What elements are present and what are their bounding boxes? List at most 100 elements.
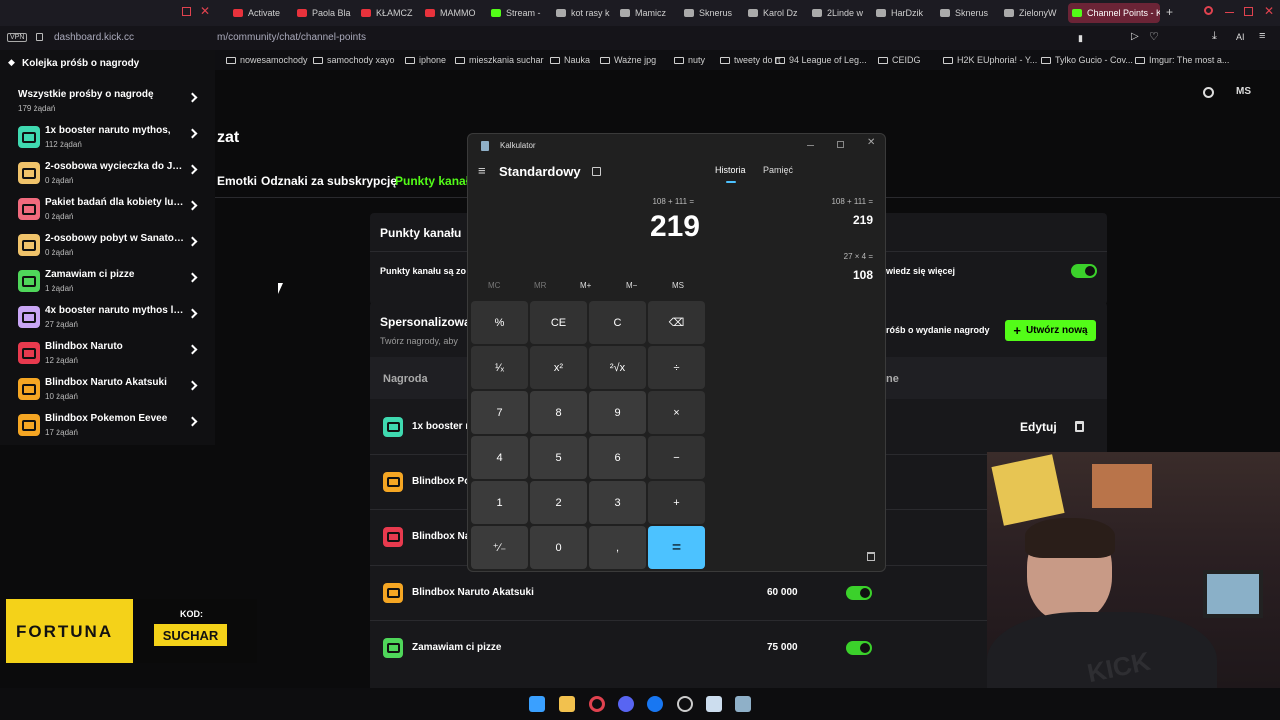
calc-key[interactable]: ÷: [648, 346, 705, 389]
new-tab-icon[interactable]: +: [1166, 5, 1173, 19]
calc-key[interactable]: 2: [530, 481, 587, 524]
calc-key[interactable]: 7: [471, 391, 528, 434]
calc-close-icon[interactable]: ✕: [867, 137, 875, 148]
queue-item[interactable]: 2-osobowa wycieczka do Ja... 0 żądań: [0, 156, 215, 192]
calc-key[interactable]: x²: [530, 346, 587, 389]
create-reward-button[interactable]: + Utwórz nową: [1005, 320, 1096, 341]
bookmark-item[interactable]: Nauka: [550, 55, 590, 65]
calc-key[interactable]: −: [648, 436, 705, 479]
reward-toggle[interactable]: [846, 641, 872, 655]
calc-key[interactable]: ⁺∕₋: [471, 526, 528, 569]
notepad-icon[interactable]: [706, 696, 722, 712]
calc-key[interactable]: ²√x: [589, 346, 646, 389]
calc-key[interactable]: 4: [471, 436, 528, 479]
calc-minimize-icon[interactable]: [807, 145, 814, 146]
queue-item[interactable]: 1x booster naruto mythos, 112 żądań: [0, 120, 215, 156]
url-host[interactable]: dashboard.kick.cc: [54, 32, 134, 43]
fortuna-ad[interactable]: FORTUNA: [6, 599, 133, 663]
heart-icon[interactable]: ♡: [1149, 30, 1159, 43]
calc-key[interactable]: =: [648, 526, 705, 569]
memory-key[interactable]: MR: [534, 281, 546, 290]
browser-tab[interactable]: Sknerus: [936, 3, 996, 23]
bookmark-item[interactable]: Tylko Gucio - Cov...: [1041, 55, 1133, 65]
trash-icon[interactable]: [1075, 421, 1084, 432]
bookmark-item[interactable]: samochody xayo: [313, 55, 395, 65]
browser-tab[interactable]: HarDzik: [872, 3, 932, 23]
browser-tab[interactable]: 2Linde w: [808, 3, 868, 23]
history-result[interactable]: 108: [798, 268, 873, 282]
history-expression[interactable]: 27 × 4 =: [768, 252, 873, 261]
queue-item[interactable]: Zamawiam ci pizze 1 żądań: [0, 264, 215, 300]
calc-key[interactable]: +: [648, 481, 705, 524]
calc-key[interactable]: ×: [648, 391, 705, 434]
bookmark-item[interactable]: tweety do rt: [720, 55, 781, 65]
queue-item[interactable]: Pakiet badań dla kobiety lub ... 0 żądań: [0, 192, 215, 228]
browser-tab[interactable]: Channel Points - K: [1068, 3, 1160, 23]
bookmark-item[interactable]: iphone: [405, 55, 446, 65]
keep-on-top-icon[interactable]: [592, 167, 601, 176]
queue-item[interactable]: 4x booster naruto mythos liv... 27 żądań: [0, 300, 215, 336]
search-button[interactable]: [1203, 87, 1214, 98]
calc-key[interactable]: %: [471, 301, 528, 344]
maximize-icon[interactable]: [1244, 7, 1253, 16]
queue-item[interactable]: 2-osobowy pobyt w Sanator... 0 żądań: [0, 228, 215, 264]
tab-memory[interactable]: Pamięć: [763, 165, 793, 175]
browser-tab[interactable]: ZielonyW: [1000, 3, 1060, 23]
calc-key[interactable]: CE: [530, 301, 587, 344]
calc-key[interactable]: 6: [589, 436, 646, 479]
requests-link[interactable]: róśb o wydanie nagrody: [886, 325, 990, 335]
calculator-taskbar-icon[interactable]: [735, 696, 751, 712]
opera-icon[interactable]: [589, 696, 605, 712]
queue-item[interactable]: Wszystkie prośby o nagrodę 179 żądań: [0, 84, 215, 120]
clear-history-icon[interactable]: [867, 552, 875, 561]
bookmark-item[interactable]: H2K EUphoria! - Y...: [943, 55, 1037, 65]
calc-key[interactable]: 1: [471, 481, 528, 524]
download-icon[interactable]: ⤓: [1212, 30, 1217, 43]
browser-tab[interactable]: kot rasy k: [552, 3, 612, 23]
bookmark-item[interactable]: Ważne jpg: [600, 55, 656, 65]
calc-key[interactable]: ⌫: [648, 301, 705, 344]
calc-key[interactable]: ,: [589, 526, 646, 569]
memory-key[interactable]: MC: [488, 281, 500, 290]
avatar[interactable]: MS: [1236, 86, 1251, 97]
browser-tab[interactable]: Paola Bla: [293, 3, 353, 23]
close-window-icon[interactable]: ✕: [200, 4, 210, 18]
browser-tab[interactable]: Sknerus: [680, 3, 740, 23]
close-icon[interactable]: ✕: [1264, 4, 1274, 18]
start-icon[interactable]: [529, 696, 545, 712]
channel-points-toggle[interactable]: [1071, 264, 1097, 278]
browser-tab[interactable]: Activate: [229, 3, 289, 23]
vpn-badge[interactable]: VPN: [7, 33, 28, 42]
bookmark-item[interactable]: nowesamochody: [226, 55, 308, 65]
calc-key[interactable]: 8: [530, 391, 587, 434]
browser-tab[interactable]: Stream -: [487, 3, 547, 23]
tab-sub-badges[interactable]: Odznaki za subskrypcję: [261, 174, 397, 188]
history-expression[interactable]: 108 + 111 =: [768, 197, 873, 206]
memory-key[interactable]: M+: [580, 281, 591, 290]
reward-toggle[interactable]: [846, 586, 872, 600]
url-path[interactable]: m/community/chat/channel-points: [217, 32, 366, 43]
tab-history[interactable]: Historia: [715, 165, 746, 175]
calc-key[interactable]: 5: [530, 436, 587, 479]
calc-key[interactable]: 3: [589, 481, 646, 524]
queue-item[interactable]: Blindbox Naruto Akatsuki 10 żądań: [0, 372, 215, 408]
file-explorer-icon[interactable]: [559, 696, 575, 712]
queue-item[interactable]: Blindbox Pokemon Eevee 17 żądań: [0, 408, 215, 444]
calc-key[interactable]: 0: [530, 526, 587, 569]
calc-maximize-icon[interactable]: [837, 141, 844, 148]
browser-tab[interactable]: KŁAMCZ: [357, 3, 417, 23]
search-tabs-icon[interactable]: [1204, 6, 1213, 15]
bookmark-item[interactable]: CEIDG: [878, 55, 921, 65]
restore-icon[interactable]: [182, 7, 191, 16]
browser-tab[interactable]: Mamicz: [616, 3, 676, 23]
hamburger-icon[interactable]: ≡: [478, 163, 486, 178]
bookmark-icon[interactable]: ▮: [1078, 33, 1083, 44]
calc-key[interactable]: ¹⁄ₓ: [471, 346, 528, 389]
bookmark-item[interactable]: mieszkania suchar: [455, 55, 544, 65]
discord-icon[interactable]: [618, 696, 634, 712]
history-result[interactable]: 219: [798, 213, 873, 227]
bookmark-item[interactable]: 94 League of Leg...: [775, 55, 867, 65]
app-icon[interactable]: [677, 696, 693, 712]
tab-channel-points[interactable]: Punkty kanału: [395, 174, 476, 188]
tab-emotes[interactable]: Emotki: [217, 174, 257, 188]
